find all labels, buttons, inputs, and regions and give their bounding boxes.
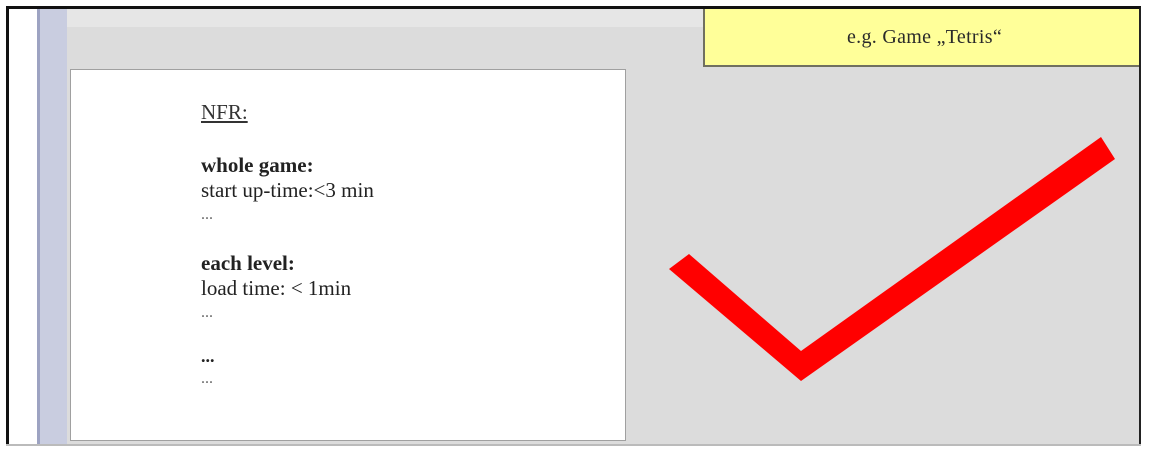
left-panel-strip — [37, 9, 67, 446]
whole-game-heading: whole game: — [201, 153, 314, 177]
more-sections-heading: ... — [201, 346, 215, 366]
checkmark-shape — [669, 137, 1115, 381]
nfr-card: NFR: whole game: start up-time:<3 min ..… — [70, 69, 626, 441]
more-sections-ellipsis: ... — [201, 370, 213, 387]
whole-game-requirement: start up-time:<3 min — [201, 178, 374, 202]
slide-bottom-border — [6, 444, 1141, 446]
nfr-card-content: NFR: whole game: start up-time:<3 min ..… — [201, 100, 601, 391]
slide-top-band — [67, 9, 703, 27]
slide-frame: e.g. Game „Tetris“ NFR: whole game: star… — [6, 6, 1141, 446]
each-level-ellipsis: ... — [201, 304, 213, 321]
checkmark-icon — [669, 137, 1115, 381]
each-level-heading: each level: — [201, 251, 295, 275]
slide-title: e.g. Game „Tetris“ — [846, 25, 1003, 48]
slide-title-box: e.g. Game „Tetris“ — [703, 9, 1139, 67]
nfr-heading: NFR: — [201, 100, 248, 124]
each-level-requirement: load time: < 1min — [201, 276, 352, 300]
whole-game-ellipsis: ... — [201, 206, 213, 223]
left-panel-edge — [37, 9, 40, 446]
